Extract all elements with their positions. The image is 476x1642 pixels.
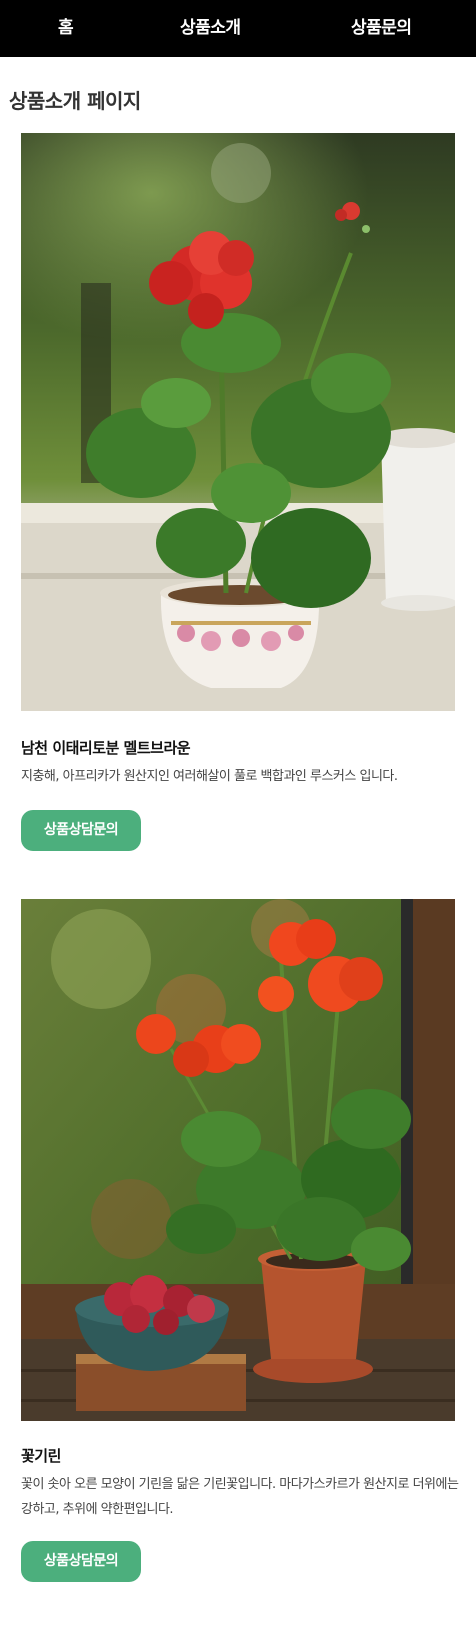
page-title: 상품소개 페이지 — [9, 89, 141, 113]
orange-geranium-photo-icon — [21, 899, 455, 1421]
nav-inquiry-link[interactable]: 상품문의 — [351, 0, 412, 57]
product-description: 꽃이 솟아 오른 모양이 기린을 닮은 기린꽃입니다. 마다가스카르가 원산지로… — [21, 1477, 459, 1517]
product-name: 꽃기린 — [21, 1447, 61, 1465]
product-inquiry-button[interactable]: 상품상담문의 — [21, 1541, 141, 1582]
product-inquiry-button[interactable]: 상품상담문의 — [21, 810, 141, 851]
top-navigation: 홈 상품소개 상품문의 — [0, 0, 476, 57]
product-image-geranium-terracotta — [21, 899, 455, 1421]
product-name: 남천 이태리토분 멜트브라운 — [21, 739, 191, 757]
nav-products-link[interactable]: 상품소개 — [180, 0, 241, 57]
red-geranium-photo-icon — [21, 133, 455, 711]
product-description: 지충해, 아프리카가 원산지인 여러해살이 풀로 백합과인 루스커스 입니다. — [21, 769, 398, 784]
nav-home-link[interactable]: 홈 — [58, 0, 74, 57]
product-image-geranium-teacup — [21, 133, 455, 711]
